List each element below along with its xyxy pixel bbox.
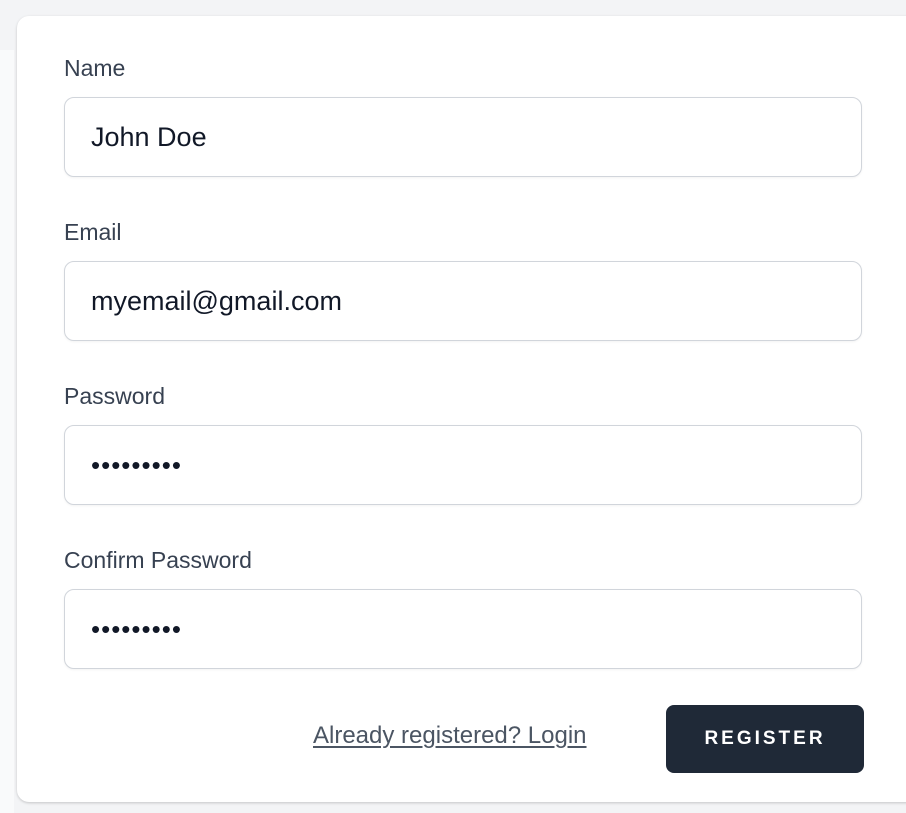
already-registered-login-link[interactable]: Already registered? Login: [313, 724, 587, 748]
password-label: Password: [64, 383, 165, 409]
name-label: Name: [64, 55, 126, 81]
confirm-password-label: Confirm Password: [64, 547, 252, 573]
password-input[interactable]: [64, 425, 862, 505]
register-button[interactable]: REGISTER: [666, 705, 864, 773]
page-background-left: [0, 50, 14, 813]
confirm-password-input[interactable]: [64, 589, 862, 669]
email-label: Email: [64, 219, 122, 245]
name-input[interactable]: [64, 97, 862, 177]
email-input[interactable]: [64, 261, 862, 341]
